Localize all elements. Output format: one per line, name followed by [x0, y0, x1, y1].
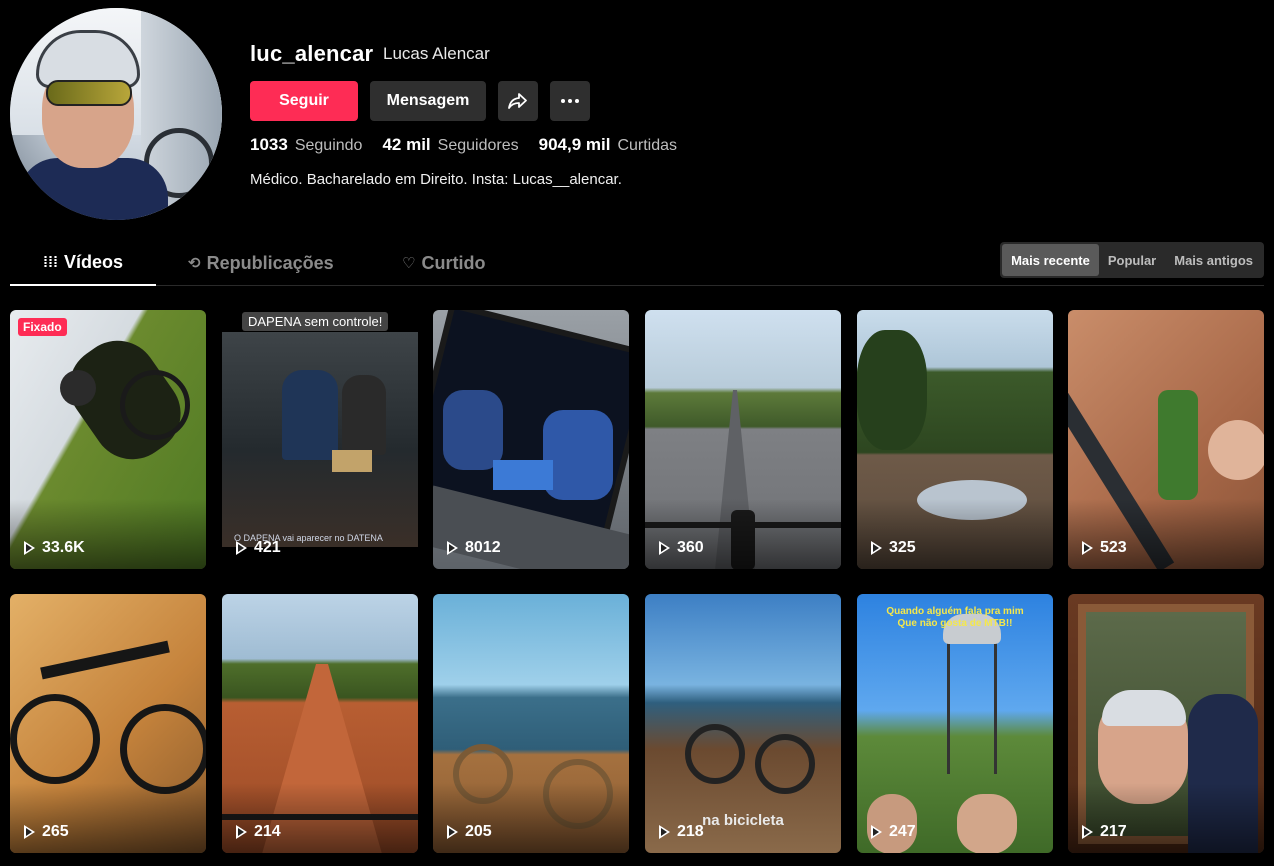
pinned-badge: Fixado: [18, 318, 67, 336]
video-overlay-text: Quando alguém fala pra mim Que não gosta…: [886, 606, 1024, 629]
view-count: 325: [871, 539, 916, 557]
video-card[interactable]: 360: [645, 310, 841, 569]
avatar[interactable]: [10, 8, 222, 220]
view-count: 265: [24, 823, 69, 841]
video-card[interactable]: 214: [222, 594, 418, 853]
sort-popular[interactable]: Popular: [1099, 244, 1165, 276]
username: luc_alencar: [250, 41, 374, 66]
view-count: 218: [659, 823, 704, 841]
video-card[interactable]: Fixado 33.6K: [10, 310, 206, 569]
tab-videos[interactable]: ⁞⁞⁞ Vídeos: [10, 240, 156, 286]
stat-followers[interactable]: 42 mil Seguidores: [382, 135, 518, 155]
sort-oldest[interactable]: Mais antigos: [1165, 244, 1262, 276]
share-button[interactable]: [498, 81, 538, 121]
play-icon: [1082, 541, 1093, 555]
video-card[interactable]: 8012: [433, 310, 629, 569]
view-count: 247: [871, 823, 916, 841]
view-count: 33.6K: [24, 539, 85, 557]
stat-following[interactable]: 1033 Seguindo: [250, 135, 362, 155]
tab-liked[interactable]: ♡ Curtido: [402, 240, 485, 286]
play-icon: [236, 825, 247, 839]
video-card[interactable]: DAPENA sem controle! O DAPENA vai aparec…: [222, 310, 418, 569]
video-card[interactable]: 205: [433, 594, 629, 853]
play-icon: [447, 541, 458, 555]
play-icon: [24, 541, 35, 555]
heart-icon: ♡: [402, 255, 416, 272]
tab-reposts[interactable]: ⟲ Republicações: [188, 240, 334, 286]
play-icon: [871, 825, 882, 839]
play-icon: [1082, 825, 1093, 839]
video-caption: DAPENA sem controle!: [242, 312, 389, 331]
more-button[interactable]: [550, 81, 590, 121]
play-icon: [24, 825, 35, 839]
video-card[interactable]: na bicicleta 218: [645, 594, 841, 853]
share-icon: [508, 93, 527, 109]
sort-recent[interactable]: Mais recente: [1002, 244, 1099, 276]
view-count: 421: [236, 539, 281, 557]
repost-icon: ⟲: [188, 255, 201, 272]
play-icon: [236, 541, 247, 555]
video-card[interactable]: 265: [10, 594, 206, 853]
content-tabs: ⁞⁞⁞ Vídeos ⟲ Republicações ♡ Curtido Mai…: [10, 240, 1264, 286]
view-count: 360: [659, 539, 704, 557]
video-card[interactable]: 523: [1068, 310, 1264, 569]
play-icon: [659, 825, 670, 839]
view-count: 217: [1082, 823, 1127, 841]
video-card[interactable]: Quando alguém fala pra mim Que não gosta…: [857, 594, 1053, 853]
profile-page: luc_alencar Lucas Alencar Seguir Mensage…: [0, 0, 1274, 866]
stat-likes: 904,9 mil Curtidas: [538, 135, 678, 154]
message-button[interactable]: Mensagem: [370, 81, 486, 121]
view-count: 205: [447, 823, 492, 841]
bio: Médico. Bacharelado em Direito. Insta: L…: [250, 171, 622, 188]
play-icon: [447, 825, 458, 839]
sort-selector: Mais recente Popular Mais antigos: [1000, 242, 1264, 278]
video-card[interactable]: 217: [1068, 594, 1264, 853]
grid-icon: ⁞⁞⁞: [42, 253, 58, 271]
video-card[interactable]: 325: [857, 310, 1053, 569]
profile-stats: 1033 Seguindo 42 mil Seguidores 904,9 mil C…: [250, 135, 697, 155]
play-icon: [659, 541, 670, 555]
play-icon: [871, 541, 882, 555]
follow-button[interactable]: Seguir: [250, 81, 358, 121]
view-count: 523: [1082, 539, 1127, 557]
view-count: 8012: [447, 539, 501, 557]
ellipsis-icon: [561, 99, 579, 103]
view-count: 214: [236, 823, 281, 841]
display-name: Lucas Alencar: [383, 44, 490, 63]
